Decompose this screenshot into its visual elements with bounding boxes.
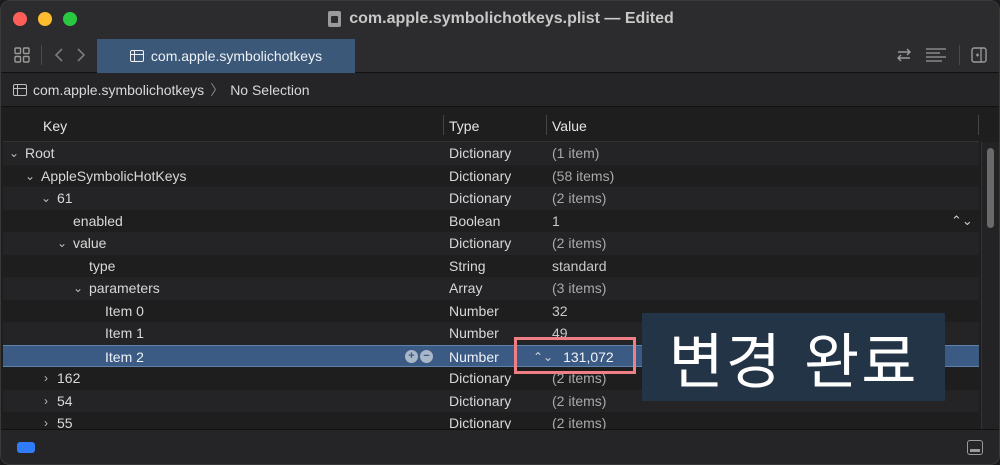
table-row[interactable]: ⌄ 61 Dictionary (2 items) bbox=[3, 187, 979, 210]
row-type: Boolean bbox=[449, 212, 501, 229]
row-key: value bbox=[73, 235, 107, 252]
lines-icon[interactable] bbox=[923, 37, 949, 73]
row-type: Dictionary bbox=[449, 167, 512, 184]
row-type: Dictionary bbox=[449, 190, 512, 207]
row-value[interactable]: standard bbox=[552, 255, 606, 278]
row-key: Item 1 bbox=[105, 325, 144, 342]
row-value: (1 item) bbox=[552, 145, 600, 162]
row-key: Item 0 bbox=[105, 302, 144, 319]
overlay-caption: 변경 완료 bbox=[642, 313, 945, 401]
title-bar: com.apple.symbolichotkeys.plist — Edited bbox=[1, 1, 999, 37]
chevron-down-icon[interactable]: ⌄ bbox=[55, 236, 69, 250]
grid-icon[interactable] bbox=[11, 37, 33, 73]
sidebar-icon[interactable] bbox=[968, 37, 990, 73]
chevron-down-icon[interactable]: ⌄ bbox=[39, 191, 53, 205]
breadcrumb: com.apple.symbolichotkeys 〉 No Selection bbox=[1, 73, 999, 107]
swap-arrows-icon[interactable] bbox=[893, 37, 915, 73]
row-value: (3 items) bbox=[552, 280, 607, 297]
chevron-down-icon[interactable]: ⌄ bbox=[23, 169, 37, 183]
tab-symbolichotkeys[interactable]: com.apple.symbolichotkeys bbox=[97, 39, 355, 73]
panel-toggle-icon[interactable] bbox=[967, 440, 983, 455]
chevron-right-icon[interactable]: › bbox=[39, 394, 53, 408]
row-value: (2 items) bbox=[552, 392, 607, 409]
row-controls: + − bbox=[405, 346, 433, 369]
window-title-group: com.apple.symbolichotkeys.plist — Edited bbox=[1, 1, 999, 37]
chevron-down-icon[interactable]: ⌄ bbox=[7, 146, 21, 160]
column-divider[interactable] bbox=[546, 115, 547, 135]
back-chevron-icon[interactable] bbox=[49, 37, 69, 73]
column-type[interactable]: Type bbox=[449, 109, 479, 142]
row-type: Number bbox=[449, 348, 499, 365]
breadcrumb-selection[interactable]: No Selection bbox=[230, 82, 309, 98]
vertical-scrollbar[interactable] bbox=[981, 142, 999, 429]
column-divider bbox=[978, 115, 979, 135]
table-row[interactable]: ⌄ value Dictionary (2 items) bbox=[3, 232, 979, 255]
table-icon bbox=[13, 83, 27, 96]
remove-icon[interactable]: − bbox=[420, 350, 433, 364]
toolbar-divider-right bbox=[959, 45, 960, 65]
toolbar: com.apple.symbolichotkeys bbox=[1, 37, 999, 73]
table-row[interactable]: type String standard bbox=[3, 255, 979, 278]
forward-chevron-icon[interactable] bbox=[71, 37, 91, 73]
row-key: 61 bbox=[57, 190, 73, 207]
table-row[interactable]: ⌄ Root Dictionary (1 item) bbox=[3, 142, 979, 165]
chevron-down-icon[interactable]: ⌄ bbox=[71, 281, 85, 295]
edited-value-highlight bbox=[514, 337, 636, 374]
row-key: enabled bbox=[73, 212, 123, 229]
breadcrumb-file[interactable]: com.apple.symbolichotkeys bbox=[33, 82, 204, 98]
row-type: Number bbox=[449, 325, 499, 342]
row-key: Item 2 bbox=[105, 348, 144, 365]
breadcrumb-chevron-icon: 〉 bbox=[210, 81, 225, 98]
plist-editor-window: com.apple.symbolichotkeys.plist — Edited… bbox=[0, 0, 1000, 465]
window-title: com.apple.symbolichotkeys.plist — Edited bbox=[349, 10, 674, 27]
tag-icon[interactable] bbox=[17, 442, 35, 453]
document-icon bbox=[328, 11, 342, 27]
row-value[interactable]: 1 bbox=[552, 210, 560, 233]
scroll-thumb[interactable] bbox=[987, 148, 994, 228]
column-divider[interactable] bbox=[443, 115, 444, 135]
row-value: (58 items) bbox=[552, 167, 615, 184]
column-key[interactable]: Key bbox=[43, 109, 67, 142]
row-key: parameters bbox=[89, 280, 160, 297]
table-row[interactable]: ⌄ parameters Array (3 items) bbox=[3, 277, 979, 300]
status-bar bbox=[1, 429, 999, 464]
row-value: (2 items) bbox=[552, 235, 607, 252]
table-row[interactable]: enabled Boolean 1 ⌃⌄ bbox=[3, 210, 979, 233]
chevron-right-icon[interactable]: › bbox=[39, 371, 53, 385]
row-key: Root bbox=[25, 145, 55, 162]
row-key: AppleSymbolicHotKeys bbox=[41, 167, 187, 184]
add-icon[interactable]: + bbox=[405, 350, 418, 364]
row-type: Array bbox=[449, 280, 483, 297]
table-row[interactable]: ⌄ AppleSymbolicHotKeys Dictionary (58 ite… bbox=[3, 165, 979, 188]
row-type: Dictionary bbox=[449, 392, 512, 409]
row-type: Number bbox=[449, 302, 499, 319]
row-type: String bbox=[449, 257, 486, 274]
row-value: (2 items) bbox=[552, 190, 607, 207]
column-header: Key Type Value bbox=[3, 109, 979, 142]
table-icon bbox=[129, 50, 144, 62]
row-key: type bbox=[89, 257, 116, 274]
row-type: Dictionary bbox=[449, 235, 512, 252]
row-type: Dictionary bbox=[449, 370, 512, 387]
row-key: 162 bbox=[57, 370, 81, 387]
stepper-icon[interactable]: ⌃⌄ bbox=[951, 210, 973, 233]
tab-label: com.apple.symbolichotkeys bbox=[150, 48, 323, 64]
row-key: 54 bbox=[57, 392, 73, 409]
column-value[interactable]: Value bbox=[552, 109, 587, 142]
row-value[interactable]: 32 bbox=[552, 300, 568, 323]
toolbar-divider bbox=[41, 45, 42, 65]
row-type: Dictionary bbox=[449, 145, 512, 162]
